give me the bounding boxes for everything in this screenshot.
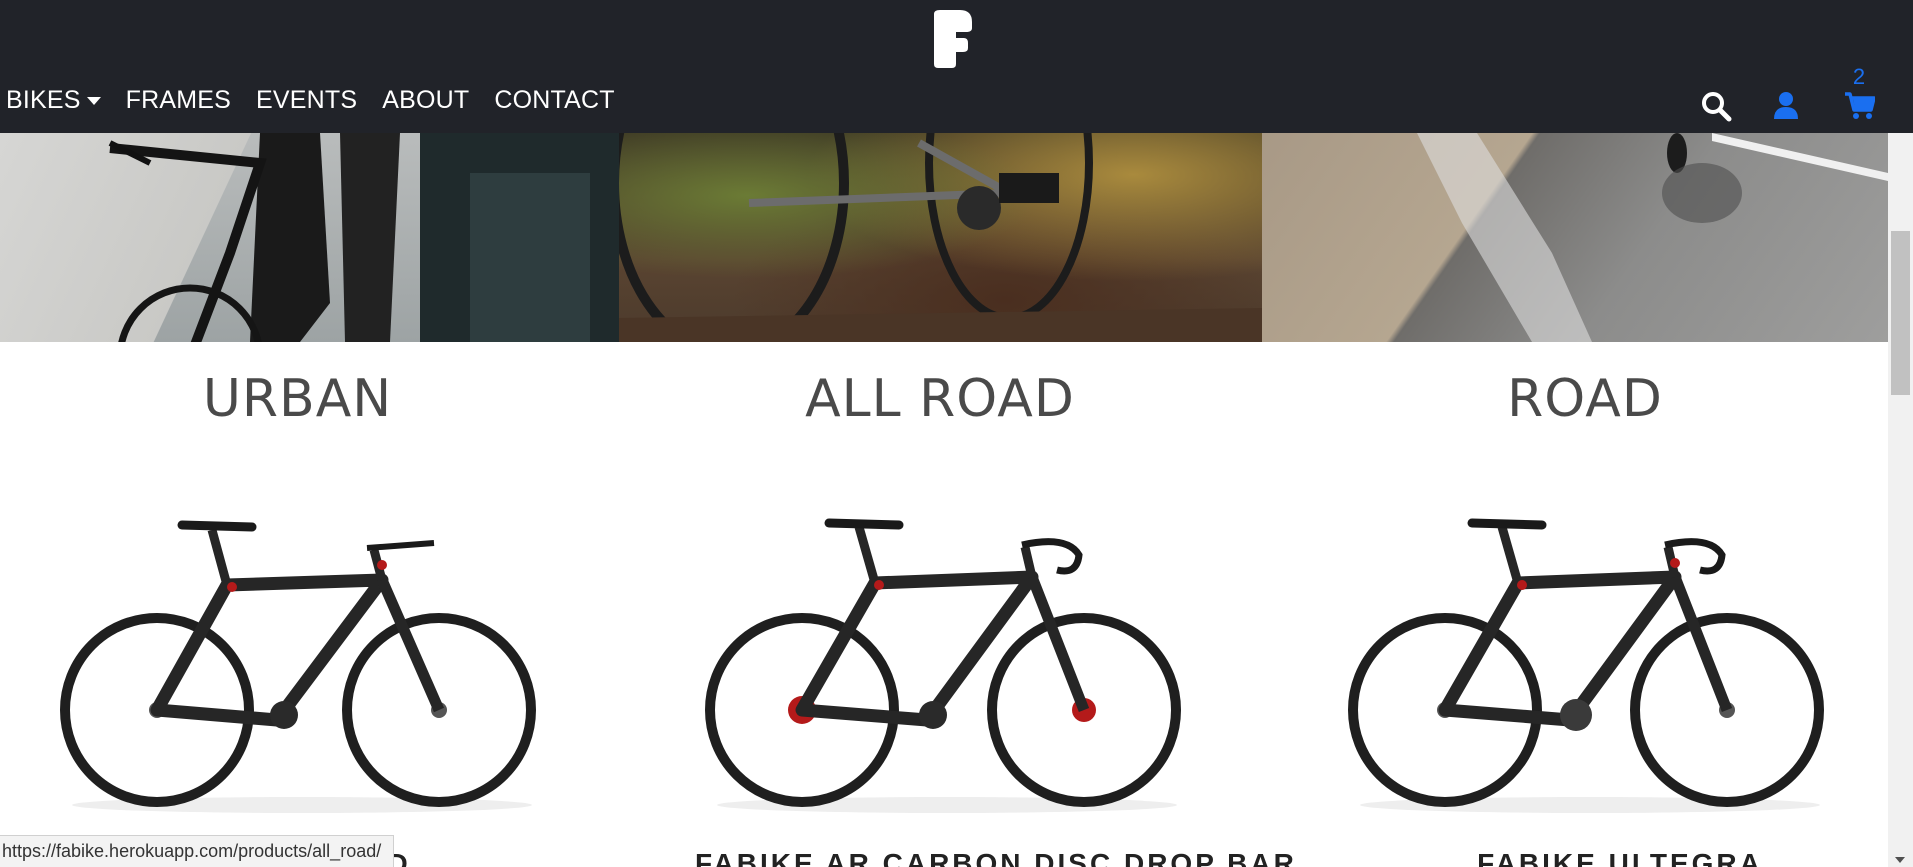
nav-bikes[interactable]: BIKES — [6, 86, 101, 115]
brand-logo[interactable] — [930, 10, 974, 68]
nav-frames-label: FRAMES — [125, 86, 232, 114]
page-scrollbar[interactable] — [1888, 133, 1913, 867]
main-nav: BIKES FRAMES EVENTS ABOUT CONTACT — [6, 86, 640, 115]
scrollbar-thumb[interactable] — [1891, 231, 1910, 395]
navbar: BIKES FRAMES EVENTS ABOUT CONTACT 2 — [0, 0, 1913, 133]
cart-button[interactable]: 2 — [1841, 64, 1877, 122]
caret-down-icon — [86, 96, 101, 105]
cart-icon — [1845, 92, 1875, 119]
urban-hero-image[interactable] — [0, 133, 619, 342]
road-bike-image[interactable] — [1340, 505, 1840, 815]
nav-contact[interactable]: CONTACT — [494, 86, 614, 115]
link-status-bar: https://fabike.herokuapp.com/products/al… — [0, 835, 395, 867]
scroll-down-arrow-icon[interactable] — [1895, 857, 1905, 863]
category-title-urban[interactable]: URBAN — [110, 369, 485, 429]
product-name-all-road[interactable]: FABIKE AR CARBON DISC DROP BAR — [695, 848, 1294, 867]
user-icon[interactable] — [1773, 91, 1799, 119]
nav-about-label: ABOUT — [382, 86, 470, 114]
category-hero-strip — [0, 133, 1888, 342]
cart-count-badge: 2 — [1852, 64, 1866, 89]
nav-about[interactable]: ABOUT — [382, 86, 469, 115]
nav-events[interactable]: EVENTS — [256, 86, 357, 115]
nav-bikes-label: BIKES — [6, 86, 81, 114]
category-title-all-road[interactable]: ALL ROAD — [750, 369, 1130, 429]
category-title-road[interactable]: ROAD — [1395, 369, 1775, 429]
product-name-road[interactable]: FABIKE ULTEGRA — [1420, 848, 1820, 867]
search-icon[interactable] — [1700, 90, 1732, 122]
all-road-bike-image[interactable] — [697, 505, 1197, 815]
nav-events-label: EVENTS — [256, 86, 358, 114]
urban-bike-image[interactable] — [52, 505, 552, 815]
nav-contact-label: CONTACT — [494, 86, 615, 114]
all-road-hero-image[interactable] — [619, 133, 1262, 342]
nav-frames[interactable]: FRAMES — [126, 86, 231, 115]
road-hero-image[interactable] — [1262, 133, 1888, 342]
nav-icons: 2 — [1693, 64, 1913, 130]
